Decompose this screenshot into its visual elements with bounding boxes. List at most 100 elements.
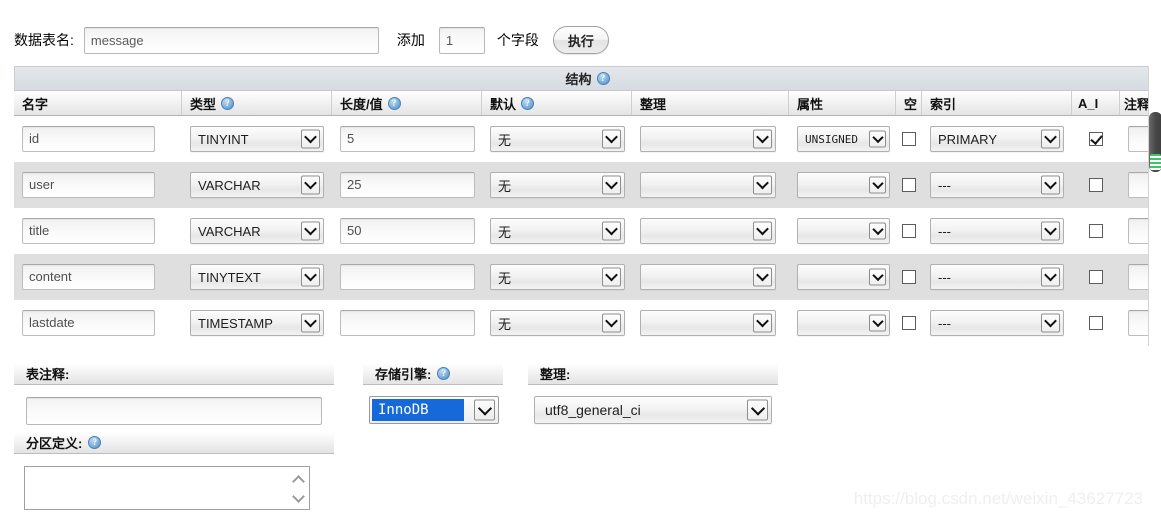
field-name-cell: lastdate — [14, 300, 182, 346]
field-autoincrement-checkbox[interactable] — [1089, 132, 1103, 146]
field-autoincrement-cell — [1072, 162, 1120, 208]
chevron-down-icon — [869, 268, 886, 286]
field-attributes-cell: UNSIGNED — [789, 116, 896, 162]
field-index-select[interactable]: PRIMARY — [930, 126, 1064, 152]
field-null-checkbox[interactable] — [902, 132, 916, 146]
field-null-checkbox[interactable] — [902, 270, 916, 284]
field-type-select[interactable]: VARCHAR — [190, 218, 324, 244]
field-autoincrement-checkbox[interactable] — [1089, 316, 1103, 330]
storage-engine-select[interactable]: InnoDB — [369, 396, 499, 424]
chevron-down-icon[interactable] — [291, 490, 305, 503]
collation-select[interactable]: utf8_general_ci — [534, 396, 772, 424]
field-type-select[interactable]: TINYINT — [190, 126, 324, 152]
table-row: lastdate TIMESTAMP 无 --- — [14, 300, 1161, 346]
field-length-input[interactable] — [340, 264, 475, 290]
chevron-down-icon — [753, 221, 772, 241]
field-attributes-select[interactable] — [797, 218, 890, 244]
field-name-input[interactable]: content — [22, 264, 155, 290]
chevron-down-icon — [1041, 313, 1060, 333]
field-autoincrement-cell — [1072, 208, 1120, 254]
chevron-down-icon — [1041, 267, 1060, 287]
partition-definition-label: 分区定义: — [26, 436, 83, 451]
field-index-select[interactable]: --- — [930, 218, 1064, 244]
field-default-cell: 无 — [482, 208, 632, 254]
partition-definition-textarea[interactable] — [24, 466, 310, 510]
field-collation-cell — [632, 116, 789, 162]
field-null-checkbox[interactable] — [902, 178, 916, 192]
column-header-name: 名字 — [14, 91, 182, 115]
field-length-input[interactable]: 5 — [340, 126, 475, 152]
field-default-select[interactable]: 无 — [490, 126, 625, 152]
field-length-input[interactable]: 25 — [340, 172, 475, 198]
storage-engine-value: InnoDB — [372, 399, 464, 421]
chevron-down-icon — [602, 175, 621, 195]
field-autoincrement-checkbox[interactable] — [1089, 178, 1103, 192]
field-length-input[interactable]: 50 — [340, 218, 475, 244]
field-collation-select[interactable] — [640, 310, 776, 336]
field-default-select[interactable]: 无 — [490, 172, 625, 198]
field-length-cell — [332, 300, 482, 346]
add-fields-count-input[interactable]: 1 — [438, 26, 485, 54]
scrollbar-grip-icon — [1150, 154, 1161, 170]
storage-engine-panel: 存储引擎: ? InnoDB — [363, 363, 503, 424]
field-name-cell: user — [14, 162, 182, 208]
field-type-cell: TIMESTAMP — [182, 300, 332, 346]
field-collation-select[interactable] — [640, 218, 776, 244]
field-type-select[interactable]: TINYTEXT — [190, 264, 324, 290]
field-length-input[interactable] — [340, 310, 475, 336]
field-type-select[interactable]: TIMESTAMP — [190, 310, 324, 336]
chevron-down-icon — [301, 267, 320, 287]
structure-table: 结构 ? 名字 类型? 长度/值? 默认? 整理 属性 空 索引 A_I 注释 … — [14, 66, 1161, 346]
field-collation-select[interactable] — [640, 264, 776, 290]
table-row: id TINYINT 5 无 UNSIGNED PRIMARY — [14, 116, 1161, 162]
field-attributes-select[interactable] — [797, 310, 890, 336]
help-icon[interactable]: ? — [521, 96, 535, 110]
field-name-input[interactable]: user — [22, 172, 155, 198]
fields-unit-label: 个字段 — [496, 32, 539, 48]
chevron-up-icon[interactable] — [291, 475, 305, 488]
field-name-input[interactable]: lastdate — [22, 310, 155, 336]
structure-header-row: 名字 类型? 长度/值? 默认? 整理 属性 空 索引 A_I 注释 — [14, 90, 1161, 116]
help-icon[interactable]: ? — [387, 96, 401, 110]
table-name-input[interactable]: message — [83, 26, 379, 54]
field-index-select[interactable]: --- — [930, 310, 1064, 336]
table-comment-header: 表注释: — [14, 363, 334, 385]
field-name-input[interactable]: id — [22, 126, 155, 152]
field-null-checkbox[interactable] — [902, 316, 916, 330]
structure-vertical-scrollbar[interactable] — [1148, 66, 1161, 346]
field-null-checkbox[interactable] — [902, 224, 916, 238]
field-index-cell: --- — [922, 254, 1072, 300]
table-comment-input[interactable] — [26, 397, 322, 425]
field-length-cell — [332, 254, 482, 300]
chevron-down-icon — [1041, 129, 1060, 149]
field-default-select[interactable]: 无 — [490, 218, 625, 244]
help-icon[interactable]: ? — [221, 96, 235, 110]
field-collation-select[interactable] — [640, 126, 776, 152]
help-icon[interactable]: ? — [596, 72, 610, 85]
field-type-cell: VARCHAR — [182, 208, 332, 254]
help-icon[interactable]: ? — [88, 436, 102, 449]
help-icon[interactable]: ? — [437, 367, 451, 380]
field-autoincrement-checkbox[interactable] — [1089, 224, 1103, 238]
field-attributes-select[interactable]: UNSIGNED — [797, 126, 890, 152]
field-length-cell: 50 — [332, 208, 482, 254]
go-button[interactable]: 执行 — [552, 26, 609, 54]
field-length-cell: 25 — [332, 162, 482, 208]
field-collation-select[interactable] — [640, 172, 776, 198]
field-attributes-select[interactable] — [797, 172, 890, 198]
field-default-select[interactable]: 无 — [490, 310, 625, 336]
table-row: content TINYTEXT 无 --- — [14, 254, 1161, 300]
field-null-cell — [896, 162, 922, 208]
field-autoincrement-checkbox[interactable] — [1089, 270, 1103, 284]
field-name-input[interactable]: title — [22, 218, 155, 244]
scrollbar-thumb[interactable] — [1149, 112, 1161, 172]
field-index-select[interactable]: --- — [930, 172, 1064, 198]
field-type-select[interactable]: VARCHAR — [190, 172, 324, 198]
field-index-select[interactable]: --- — [930, 264, 1064, 290]
partition-definition-header: 分区定义: ? — [14, 432, 334, 454]
field-default-select[interactable]: 无 — [490, 264, 625, 290]
field-attributes-select[interactable] — [797, 264, 890, 290]
chevron-down-icon — [869, 314, 886, 332]
textarea-scroll-arrows[interactable] — [289, 467, 307, 511]
column-header-null: 空 — [896, 91, 922, 115]
